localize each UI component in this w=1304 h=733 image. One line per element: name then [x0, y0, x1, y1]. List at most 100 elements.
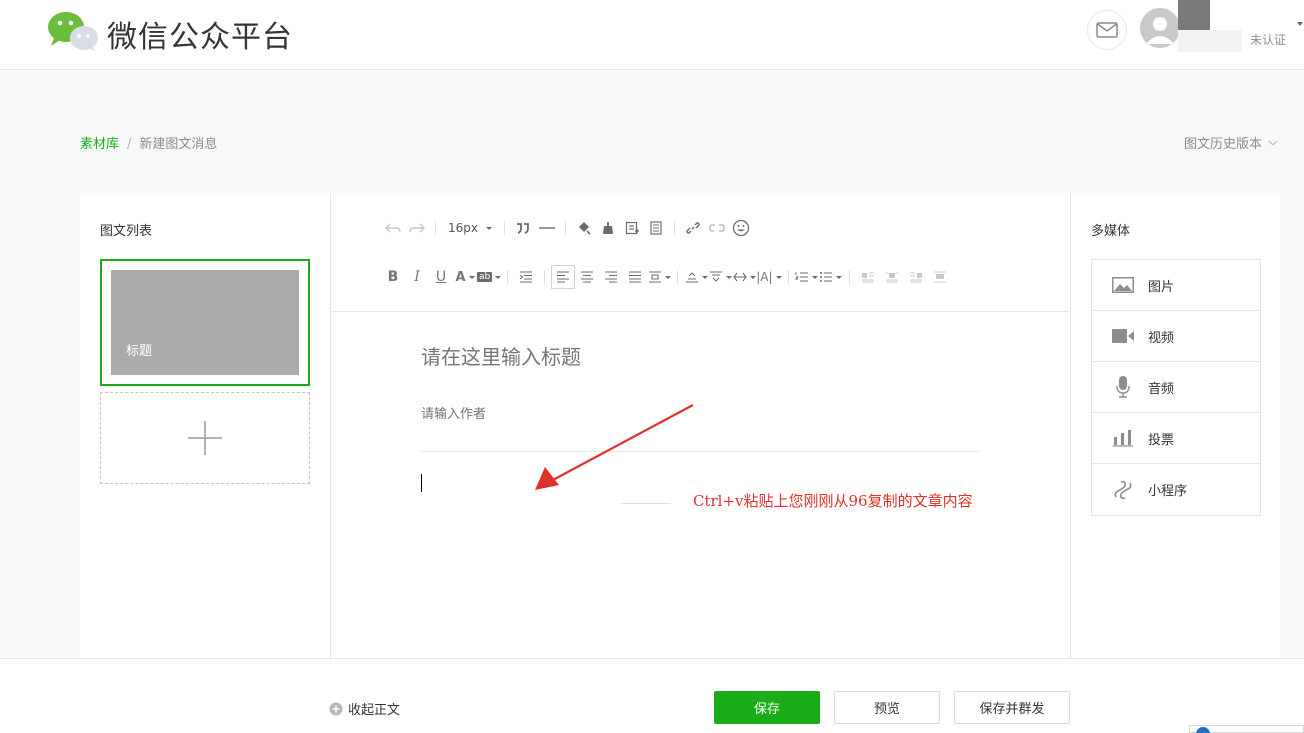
media-item-label: 投票 — [1148, 432, 1175, 448]
image-float-none-icon[interactable] — [880, 265, 904, 289]
title-input[interactable] — [421, 345, 981, 369]
mini-program-icon — [1112, 480, 1134, 500]
undo-icon[interactable] — [381, 216, 405, 240]
align-left-icon[interactable] — [551, 265, 576, 289]
collapse-icon — [329, 702, 343, 715]
collapse-label: 收起正文 — [348, 703, 401, 718]
unordered-list-icon[interactable] — [819, 265, 843, 289]
microphone-icon — [1112, 376, 1134, 398]
image-float-left-icon[interactable] — [856, 265, 880, 289]
media-item-poll[interactable]: 投票 — [1092, 413, 1260, 464]
top-bar: 微信公众平台 未认证 — [0, 0, 1304, 70]
media-item-label: 小程序 — [1148, 484, 1188, 499]
align-center-icon[interactable] — [575, 265, 599, 289]
media-item-video[interactable]: 视频 — [1092, 311, 1260, 362]
paragraph-spacing-bottom-icon[interactable] — [708, 265, 732, 289]
poll-icon — [1112, 428, 1134, 448]
paste-hint-annotation: Ctrl+v粘贴上您刚刚从96复制的文章内容 — [693, 492, 973, 510]
ordered-list-icon[interactable] — [795, 265, 819, 289]
mail-button[interactable] — [1087, 10, 1127, 50]
multimedia-panel: 多媒体 图片 视频 音频 投票 小程序 — [1070, 193, 1280, 659]
article-list-title: 图文列表 — [100, 224, 153, 239]
media-item-image[interactable]: 图片 — [1092, 260, 1260, 311]
multimedia-list: 图片 视频 音频 投票 小程序 — [1091, 259, 1261, 516]
format-painter-icon[interactable] — [572, 216, 596, 240]
account-dropdown-icon[interactable] — [1297, 22, 1303, 26]
article-card[interactable]: 标题 — [100, 259, 310, 386]
line-spacing-icon[interactable] — [647, 265, 671, 289]
multimedia-title: 多媒体 — [1091, 224, 1131, 239]
plus-icon — [188, 421, 222, 455]
breadcrumb-separator: / — [127, 137, 132, 152]
media-item-label: 音频 — [1148, 381, 1175, 397]
blockquote-icon[interactable] — [511, 216, 535, 240]
font-size-select[interactable]: 16px — [442, 216, 498, 240]
history-label: 图文历史版本 — [1183, 137, 1262, 152]
history-versions-dropdown[interactable]: 图文历史版本 — [1184, 133, 1278, 152]
unlink-icon[interactable] — [705, 216, 729, 240]
paragraph-spacing-top-icon[interactable] — [684, 265, 708, 289]
media-item-audio[interactable]: 音频 — [1092, 362, 1260, 413]
toolbar-divider-line — [331, 311, 1070, 312]
toolbar-divider — [504, 221, 505, 235]
toolbar-divider — [544, 270, 546, 284]
article-list-panel: 图文列表 标题 — [80, 193, 331, 659]
underline-icon[interactable]: U — [429, 265, 453, 289]
toolbar-divider — [435, 221, 436, 235]
clear-format-icon[interactable] — [596, 216, 620, 240]
mail-icon — [1096, 22, 1118, 38]
breadcrumb: 素材库 / 新建图文消息 — [80, 133, 217, 152]
image-icon — [1112, 275, 1134, 295]
account-id-blurred — [1178, 30, 1242, 52]
editor-toolbar-row-2: B I U A ab |A| — [381, 265, 952, 289]
editor-toolbar-row-1: 16px — [381, 216, 753, 240]
breadcrumb-material-library[interactable]: 素材库 — [80, 137, 119, 152]
media-item-label: 视频 — [1148, 330, 1175, 346]
media-item-mini-program[interactable]: 小程序 — [1092, 464, 1260, 515]
add-article-button[interactable] — [100, 392, 310, 484]
toolbar-divider — [674, 221, 675, 235]
site-title[interactable]: 微信公众平台 — [107, 12, 293, 56]
save-and-publish-button[interactable]: 保存并群发 — [954, 691, 1070, 724]
toolbar-divider — [565, 221, 566, 235]
account-status: 未认证 — [1250, 33, 1287, 47]
italic-icon[interactable]: I — [405, 265, 429, 289]
annotation-arrow-icon — [535, 404, 694, 490]
image-float-right-icon[interactable] — [904, 265, 928, 289]
media-item-label: 图片 — [1148, 279, 1175, 295]
insert-template-icon[interactable] — [620, 216, 644, 240]
link-icon[interactable] — [681, 216, 705, 240]
save-button[interactable]: 保存 — [714, 691, 820, 724]
toolbar-divider — [507, 270, 509, 284]
letter-spacing-icon[interactable]: |A| — [756, 265, 782, 289]
collapse-body-button[interactable]: 收起正文 — [329, 699, 400, 718]
horizontal-rule-icon[interactable] — [535, 216, 559, 240]
align-right-icon[interactable] — [599, 265, 623, 289]
preview-button[interactable]: 预览 — [834, 691, 940, 724]
toolbar-divider — [787, 270, 789, 284]
font-color-icon[interactable]: A — [453, 265, 477, 289]
bold-icon[interactable]: B — [381, 265, 405, 289]
indent-icon[interactable] — [514, 265, 538, 289]
account-name-blurred[interactable] — [1178, 0, 1210, 30]
wechat-logo-icon[interactable] — [46, 10, 100, 52]
toolbar-divider — [677, 270, 679, 284]
font-size-value: 16px — [448, 221, 478, 235]
footer-bar: 收起正文 保存 预览 保存并群发 — [0, 658, 1304, 733]
avatar[interactable] — [1140, 8, 1180, 48]
chevron-down-icon — [1268, 140, 1278, 146]
page-icon[interactable] — [644, 216, 668, 240]
background-color-icon[interactable]: ab — [477, 265, 502, 289]
video-icon — [1112, 326, 1134, 346]
emoji-icon[interactable] — [729, 216, 753, 240]
annotation-underline — [621, 503, 671, 504]
toolbar-divider — [848, 270, 850, 284]
breadcrumb-current: 新建图文消息 — [139, 137, 218, 152]
editor-panel: 16px B I U A ab |A| 请在这里输入标题 请输入作者 Ctrl+… — [331, 193, 1070, 659]
text-cursor[interactable] — [421, 474, 422, 492]
image-center-icon[interactable] — [928, 265, 952, 289]
indent-both-icon[interactable] — [732, 265, 756, 289]
redo-icon[interactable] — [405, 216, 429, 240]
align-justify-icon[interactable] — [623, 265, 647, 289]
article-cover: 标题 — [111, 270, 299, 375]
